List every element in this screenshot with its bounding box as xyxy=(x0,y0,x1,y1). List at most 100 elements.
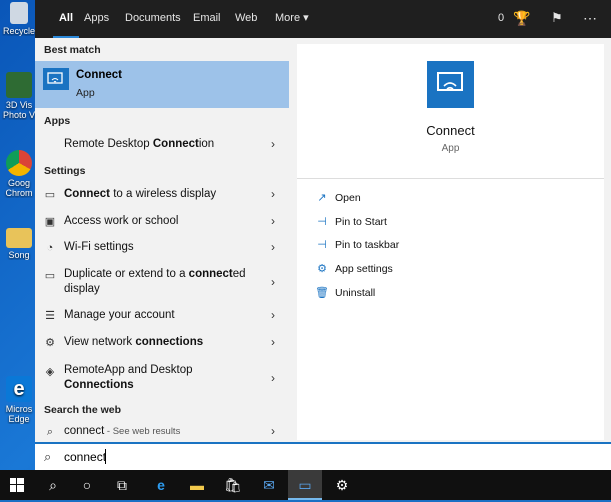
label-text: Manage your account xyxy=(64,309,175,321)
search-input[interactable]: connect xyxy=(64,450,106,464)
desktop-icon-label: 3D Vis Photo V xyxy=(2,100,36,120)
search-icon: ⌕ xyxy=(44,449,52,464)
label-text: to a wireless display xyxy=(110,188,217,200)
file-explorer-icon[interactable]: ▬ xyxy=(180,470,214,500)
desktop-icon-chrome[interactable]: Goog Chrom xyxy=(2,150,36,198)
label-text: Duplicate or extend to a xyxy=(64,268,189,280)
setting-wifi[interactable]: ◔ Wi-Fi settings › xyxy=(35,236,289,260)
tab-more[interactable]: More ▾ xyxy=(275,0,309,38)
result-label: Remote Desktop Connection xyxy=(64,138,214,150)
remoteapp-icon: ◈ xyxy=(45,366,55,378)
person-icon: ☰ xyxy=(45,310,55,322)
task-view-icon[interactable]: ⧉ xyxy=(105,470,139,500)
edge-icon: e xyxy=(6,376,32,402)
preview-title: Connect xyxy=(426,123,475,138)
more-options-icon[interactable]: ⋯ xyxy=(583,0,597,38)
label-text: Access work or school xyxy=(64,215,179,227)
tab-more-label: More xyxy=(275,12,301,24)
briefcase-icon: ▣ xyxy=(44,216,56,228)
action-label: Open xyxy=(335,192,361,204)
label-match: Connect xyxy=(64,188,110,200)
setting-connect-wireless-display[interactable]: ▭ Connect to a wireless display › xyxy=(35,183,289,207)
chevron-right-icon[interactable]: › xyxy=(271,424,275,438)
connect-taskbar-icon[interactable]: ▭ xyxy=(288,470,322,500)
search-icon[interactable]: ⌕ xyxy=(36,470,70,500)
text-cursor xyxy=(105,449,106,464)
desktop-icon-3d-vision[interactable]: 3D Vis Photo V xyxy=(2,72,36,120)
setting-manage-account[interactable]: ☰ Manage your account › xyxy=(35,304,289,328)
monitor-icon: ▭ xyxy=(44,189,56,201)
desktop-icon-label: Song xyxy=(8,250,30,260)
apps-header: Apps xyxy=(44,115,71,127)
label-text: ion xyxy=(198,138,215,150)
chevron-right-icon[interactable]: › xyxy=(271,275,275,289)
pin-icon: ⊣ xyxy=(317,216,327,228)
chevron-right-icon[interactable]: › xyxy=(271,214,275,228)
chrome-icon xyxy=(6,150,32,176)
search-filter-bar: All Apps Documents Email Web More ▾ 0 🏆 … xyxy=(35,0,611,38)
tab-apps[interactable]: Apps xyxy=(84,0,109,38)
label-match: connections xyxy=(135,336,204,348)
setting-view-network-connections[interactable]: ⚙ View network connections › xyxy=(35,331,289,355)
web-search-result[interactable]: ⌕ connect - See web results › xyxy=(35,422,289,442)
divider xyxy=(297,178,604,179)
rewards-trophy-icon[interactable]: 🏆 xyxy=(513,0,530,38)
desktop-icon-edge[interactable]: e Micros Edge xyxy=(2,376,36,424)
desktop-icon-label: Recycle xyxy=(2,26,35,36)
feedback-icon[interactable]: ⚑ xyxy=(551,0,563,38)
label-match: Connect xyxy=(64,379,110,391)
result-label: Access work or school xyxy=(64,215,178,227)
desktop-icon-recycle-bin[interactable]: Recycle xyxy=(2,2,36,36)
taskbar: ⌕ ○ ⧉ e ▬ 🛍 ✉ ▭ ⚙ xyxy=(0,470,611,500)
settings-gear-icon[interactable]: ⚙ xyxy=(325,470,359,500)
result-label: View network connections xyxy=(64,336,203,348)
label-text: Remote Desktop xyxy=(64,138,153,150)
result-label: Duplicate or extend to a connected displ… xyxy=(64,267,254,297)
action-label: App settings xyxy=(335,263,393,275)
desktop-icon-songs[interactable]: Song xyxy=(2,228,36,260)
result-label: Wi-Fi settings xyxy=(64,241,134,253)
cortana-icon[interactable]: ○ xyxy=(70,470,104,500)
network-icon: ⚙ xyxy=(45,337,55,349)
preview-subtitle: App xyxy=(441,143,460,154)
chevron-right-icon[interactable]: › xyxy=(271,308,275,322)
tab-documents[interactable]: Documents xyxy=(125,0,181,38)
chevron-right-icon[interactable]: › xyxy=(271,335,275,349)
best-match-subtitle: App xyxy=(76,87,95,99)
web-suffix: - See web results xyxy=(104,426,181,437)
search-box[interactable]: ⌕ connect xyxy=(35,442,611,470)
chevron-right-icon[interactable]: › xyxy=(271,240,275,254)
result-label: connect - See web results xyxy=(64,425,180,437)
best-match-title: Connect xyxy=(76,69,122,81)
windows-start-icon[interactable] xyxy=(0,470,34,500)
setting-duplicate-extend-display[interactable]: ▭ Duplicate or extend to a connected dis… xyxy=(35,264,289,300)
tab-all[interactable]: All xyxy=(53,0,79,38)
setting-access-work-school[interactable]: ▣ Access work or school › xyxy=(35,210,289,234)
edge-icon[interactable]: e xyxy=(144,470,178,500)
tab-web[interactable]: Web xyxy=(235,0,257,38)
setting-remoteapp-desktop-connections[interactable]: ◈ RemoteApp and Desktop Connections › xyxy=(35,360,289,396)
connect-app-large-icon xyxy=(427,61,474,108)
result-label: Manage your account xyxy=(64,309,175,321)
chevron-down-icon: ▾ xyxy=(303,12,309,24)
app-remote-desktop-connection[interactable]: Remote Desktop Connection › xyxy=(35,133,289,157)
result-label: RemoteApp and Desktop Connections xyxy=(64,363,254,393)
chevron-right-icon[interactable]: › xyxy=(271,137,275,151)
result-label: Connect to a wireless display xyxy=(64,188,216,200)
trash-icon: 🗑 xyxy=(315,287,329,299)
start-search-panel: All Apps Documents Email Web More ▾ 0 🏆 … xyxy=(35,0,611,470)
photo-viewer-icon xyxy=(6,72,32,98)
folder-icon xyxy=(6,228,32,248)
chevron-right-icon[interactable]: › xyxy=(271,371,275,385)
recycle-bin-icon xyxy=(10,2,28,24)
open-icon: ↗ xyxy=(317,192,327,204)
chevron-right-icon[interactable]: › xyxy=(271,187,275,201)
best-match-connect[interactable]: Connect App xyxy=(35,61,289,108)
web-query: connect xyxy=(64,425,105,437)
label-match: Connect xyxy=(152,138,199,150)
mail-icon[interactable]: ✉ xyxy=(252,470,286,500)
action-label: Uninstall xyxy=(335,287,376,299)
store-icon[interactable]: 🛍 xyxy=(216,470,250,500)
search-icon: ⌕ xyxy=(46,426,54,438)
tab-email[interactable]: Email xyxy=(193,0,221,38)
